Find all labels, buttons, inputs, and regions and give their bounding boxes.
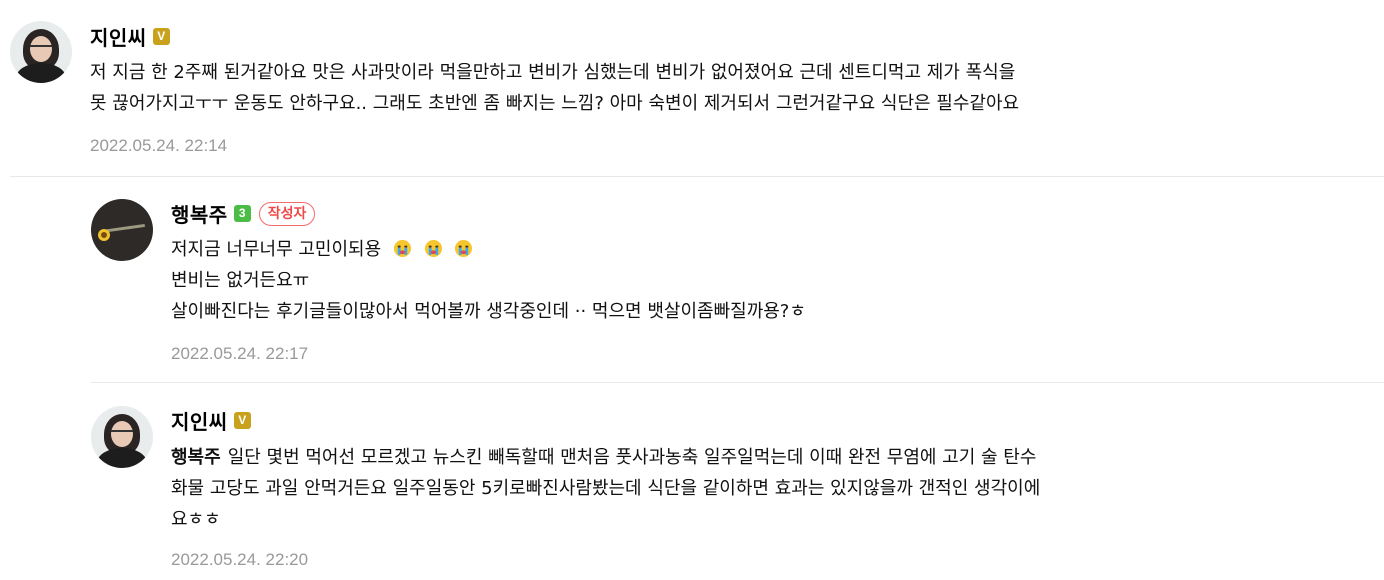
comment-reply-1: 행복주 3 작성자 저지금 너무너무 고민이되용 변비는 없거든요ㅠ 살이빠진다… <box>0 177 1384 382</box>
comment-text: 저지금 너무너무 고민이되용 변비는 없거든요ㅠ 살이빠진다는 후기글들이많아서… <box>171 239 806 322</box>
comment-timestamp: 2022.05.24. 22:17 <box>171 344 309 363</box>
member-level-badge-icon: V <box>233 412 251 429</box>
comment-text: 행복주 일단 몇번 먹어선 모르겠고 뉴스킨 빼독할때 맨처음 풋사과농축 일주일… <box>171 447 1041 530</box>
comment-1: 지인씨 V 저 지금 한 2주째 된거같아요 맛은 사과맛이라 먹을만하고 변비… <box>0 0 1384 170</box>
comment-reply-2: 지인씨 V 행복주 일단 몇번 먹어선 모르겠고 뉴스킨 빼독할때 맨처음 풋사과… <box>0 383 1384 580</box>
member-level-badge-icon: 3 <box>233 205 251 222</box>
crying-face-icon <box>424 239 442 258</box>
avatar[interactable] <box>10 21 72 83</box>
comment-author[interactable]: 지인씨 <box>171 406 228 435</box>
avatar[interactable] <box>91 199 153 261</box>
author-tag: 작성자 <box>258 201 316 226</box>
comment-author[interactable]: 행복주 <box>171 199 228 228</box>
comment-timestamp: 2022.05.24. 22:20 <box>171 550 309 569</box>
comment-author[interactable]: 지인씨 <box>90 22 147 51</box>
comment-timestamp: 2022.05.24. 22:14 <box>90 136 228 155</box>
member-level-badge-icon: V <box>152 28 170 45</box>
comment-text: 저 지금 한 2주째 된거같아요 맛은 사과맛이라 먹을만하고 변비가 심했는데… <box>90 62 1020 114</box>
avatar[interactable] <box>91 406 153 468</box>
mention-link[interactable]: 행복주 <box>171 447 221 468</box>
crying-face-icon <box>455 239 473 258</box>
crying-face-icon <box>393 239 411 258</box>
